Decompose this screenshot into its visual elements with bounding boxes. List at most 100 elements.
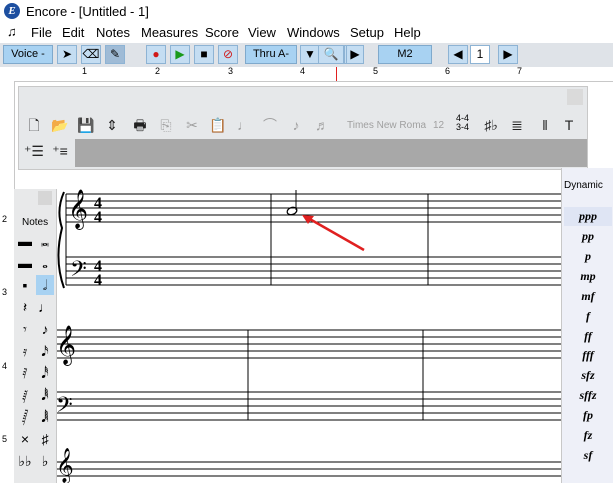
tie-icon[interactable]: ♩ [234, 115, 254, 135]
ruler-number: 5 [373, 66, 379, 76]
transpose-icon[interactable]: ♪ [286, 115, 306, 135]
menu-windows[interactable]: Windows [287, 25, 340, 40]
64th-rest-icon[interactable]: 𝅁 [16, 385, 34, 405]
slur-icon[interactable]: ⌒ [260, 115, 280, 135]
staff-icon[interactable]: ≣ [507, 115, 527, 135]
copy-icon[interactable]: ⎘ [156, 115, 176, 135]
add-measure-icon[interactable]: ⁺≡ [50, 141, 70, 161]
play-button-icon[interactable]: ▶ [170, 45, 190, 64]
dynamic-mp[interactable]: mp [564, 267, 612, 286]
dynamic-fz[interactable]: fz [564, 426, 612, 445]
dynamic-ff[interactable]: ff [564, 327, 612, 346]
text-tool-icon[interactable]: T [559, 115, 579, 135]
pointer-tool-icon[interactable]: ➤ [57, 45, 77, 64]
menu-file[interactable]: File [31, 25, 52, 40]
page-number: 1 [470, 45, 490, 64]
save-icon[interactable]: 💾 [76, 115, 96, 135]
paste-icon[interactable]: 📋 [208, 115, 228, 135]
voice-select[interactable]: Voice - [3, 45, 53, 64]
menu-edit[interactable]: Edit [62, 25, 84, 40]
32nd-note-icon[interactable]: 𝅘𝅥𝅰 [36, 363, 54, 383]
dynamics-palette: Dynamic ppp pp p mp mf f ff fff sfz sffz… [561, 168, 613, 483]
32nd-rest-icon[interactable]: 𝅀 [16, 363, 34, 383]
close-icon[interactable] [38, 191, 52, 205]
eighth-rest-icon[interactable]: 𝄾 [16, 319, 34, 339]
menu-measures[interactable]: Measures [141, 25, 198, 40]
bass-clef-icon: 𝄢 [56, 393, 73, 423]
tool-palette: 🗋 📂 💾 ⇕ 🖶 ⎘ ✂ 📋 ♩ ⌒ ♪ ♬ Times New Roma 1… [18, 86, 588, 170]
score-staves: 𝄞 𝄢 𝄞 𝄢 𝄞 4 4 4 4 [56, 189, 561, 484]
quarter-rest-icon[interactable]: 𝄽 [16, 297, 34, 317]
record-button-icon[interactable]: ● [146, 45, 166, 64]
barline-icon[interactable]: ‖ [535, 115, 555, 135]
vertical-ruler: 2 3 4 5 [0, 81, 15, 483]
128th-rest-icon[interactable]: 𝅂 [16, 407, 34, 427]
menu-score[interactable]: Score [205, 25, 239, 40]
font-name[interactable]: Times New Roma [347, 120, 426, 131]
double-flat-icon[interactable]: ♭♭ [16, 451, 34, 471]
zoom-icon[interactable]: 🔍 [318, 45, 344, 64]
menu-bar: ♫ File Edit Notes Measures Score View Wi… [0, 23, 613, 43]
time-sig-bottom: 4 [94, 272, 102, 289]
eighth-note-icon[interactable]: ♪ [36, 319, 54, 339]
notes-palette: Notes ▬ 𝅜 ▬ 𝅝 ▪ 𝅗𝅥 𝄽 ♩ 𝄾 ♪ 𝄿 𝅘𝅥𝅯 𝅀 𝅘𝅥𝅰 𝅁… [14, 189, 57, 483]
page-setup-icon[interactable]: ⇕ [102, 115, 122, 135]
flat-icon[interactable]: ♭ [36, 451, 54, 471]
dynamic-fp[interactable]: fp [564, 406, 612, 425]
double-sharp-icon[interactable]: × [16, 429, 34, 449]
128th-note-icon[interactable]: 𝅘𝅥𝅲 [36, 407, 54, 427]
next-measure-icon[interactable]: ▶ [346, 45, 364, 64]
quarter-rest-bar-icon[interactable]: ▪ [16, 275, 34, 295]
breve-icon[interactable]: 𝅜 [36, 231, 54, 251]
ruler-number: 2 [155, 66, 161, 76]
half-note-icon[interactable]: 𝅗𝅥 [36, 275, 54, 295]
ruler-number: 4 [2, 361, 8, 371]
dynamic-mf[interactable]: mf [564, 287, 612, 306]
dynamic-p[interactable]: p [564, 247, 612, 266]
thru-select[interactable]: Thru A- [245, 45, 297, 64]
whole-rest-icon[interactable]: ▬ [16, 231, 34, 251]
dynamic-ppp[interactable]: ppp [564, 207, 612, 226]
pencil-tool-icon[interactable]: ✎ [105, 45, 125, 64]
dynamic-fff[interactable]: fff [564, 346, 612, 365]
64th-note-icon[interactable]: 𝅘𝅥𝅱 [36, 385, 54, 405]
treble-clef-icon: 𝄞 [68, 189, 88, 230]
stop-button-icon[interactable]: ■ [194, 45, 214, 64]
menu-notes[interactable]: Notes [96, 25, 130, 40]
prev-page-icon[interactable]: ◀ [448, 45, 468, 64]
bass-clef-icon: 𝄢 [70, 257, 87, 287]
dynamic-f[interactable]: f [564, 307, 612, 326]
treble-clef-icon: 𝄞 [56, 448, 74, 483]
dynamic-sf[interactable]: sf [564, 446, 612, 465]
sharp-icon[interactable]: ♯ [36, 429, 54, 449]
music-note-icon[interactable]: ♫ [7, 24, 17, 39]
quarter-note-icon[interactable]: ♩ [36, 297, 54, 317]
tuplet-icon[interactable]: ♬ [312, 115, 332, 135]
menu-view[interactable]: View [248, 25, 276, 40]
cut-icon[interactable]: ✂ [182, 115, 202, 135]
dynamic-sfz[interactable]: sfz [564, 366, 612, 385]
font-size[interactable]: 12 [433, 120, 444, 131]
add-staff-icon[interactable]: ⁺☰ [24, 141, 44, 161]
sixteenth-rest-icon[interactable]: 𝄿 [16, 341, 34, 361]
thru-dropdown-icon[interactable]: ▼ [300, 45, 320, 64]
dynamic-sffz[interactable]: sffz [564, 386, 612, 405]
sixteenth-note-icon[interactable]: 𝅘𝅥𝅯 [36, 341, 54, 361]
open-folder-icon[interactable]: 📂 [50, 115, 70, 135]
score-area[interactable]: 𝄞 𝄢 𝄞 𝄢 𝄞 4 4 4 4 [56, 170, 561, 484]
key-signature-icon[interactable]: ♯♭ [481, 115, 501, 135]
mute-icon[interactable]: ⊘ [218, 45, 238, 64]
dynamic-pp[interactable]: pp [564, 227, 612, 246]
close-icon[interactable] [567, 89, 583, 105]
half-rest-icon[interactable]: ▬ [16, 253, 34, 273]
print-icon[interactable]: 🖶 [130, 115, 150, 135]
next-page-icon[interactable]: ▶ [498, 45, 518, 64]
whole-note-icon[interactable]: 𝅝 [36, 253, 54, 273]
ruler-number: 3 [228, 66, 234, 76]
time-signature-icon[interactable]: 4-4 3-4 [456, 114, 469, 132]
eraser-tool-icon[interactable]: ⌫ [81, 45, 101, 64]
menu-help[interactable]: Help [394, 25, 421, 40]
menu-setup[interactable]: Setup [350, 25, 384, 40]
new-document-icon[interactable]: 🗋 [24, 115, 44, 135]
treble-clef-icon: 𝄞 [56, 325, 76, 366]
